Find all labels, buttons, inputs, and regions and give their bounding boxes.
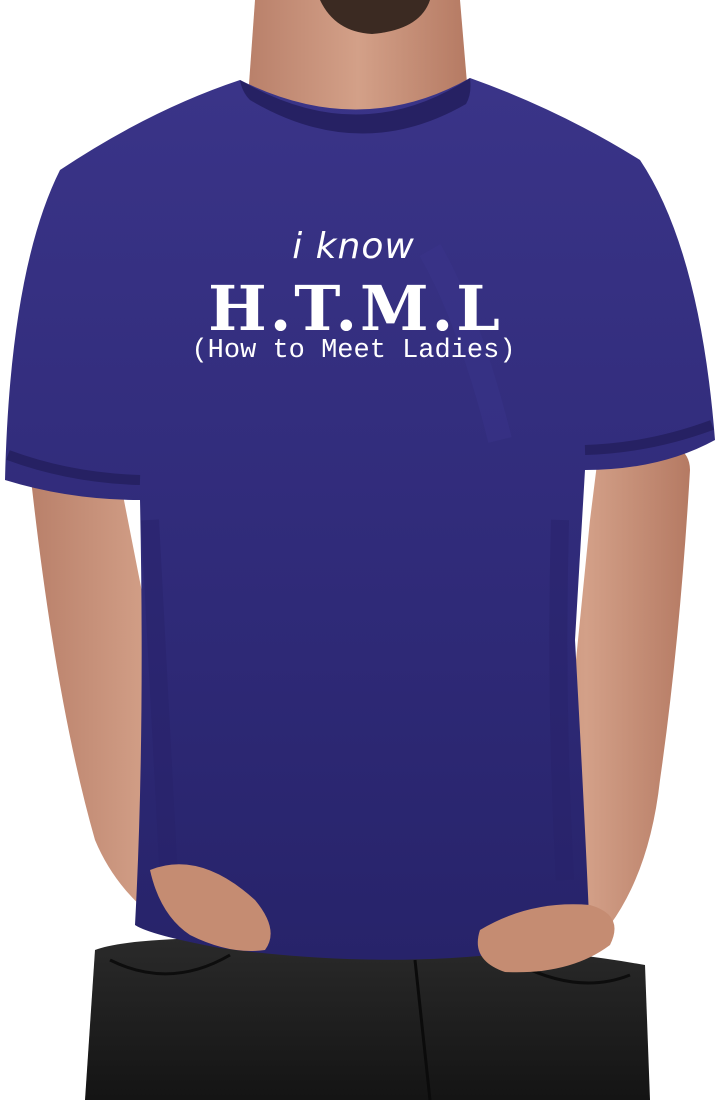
shirt-print-tagline: (How to Meet Ladies) (191, 336, 516, 366)
shirt-print-i-know: i know (292, 226, 415, 267)
product-photo: i know H.T.M.L (How to Meet Ladies) (0, 0, 719, 1100)
shirt-print-html: H.T.M.L (208, 272, 503, 345)
model-wearing-tshirt (5, 0, 715, 1100)
